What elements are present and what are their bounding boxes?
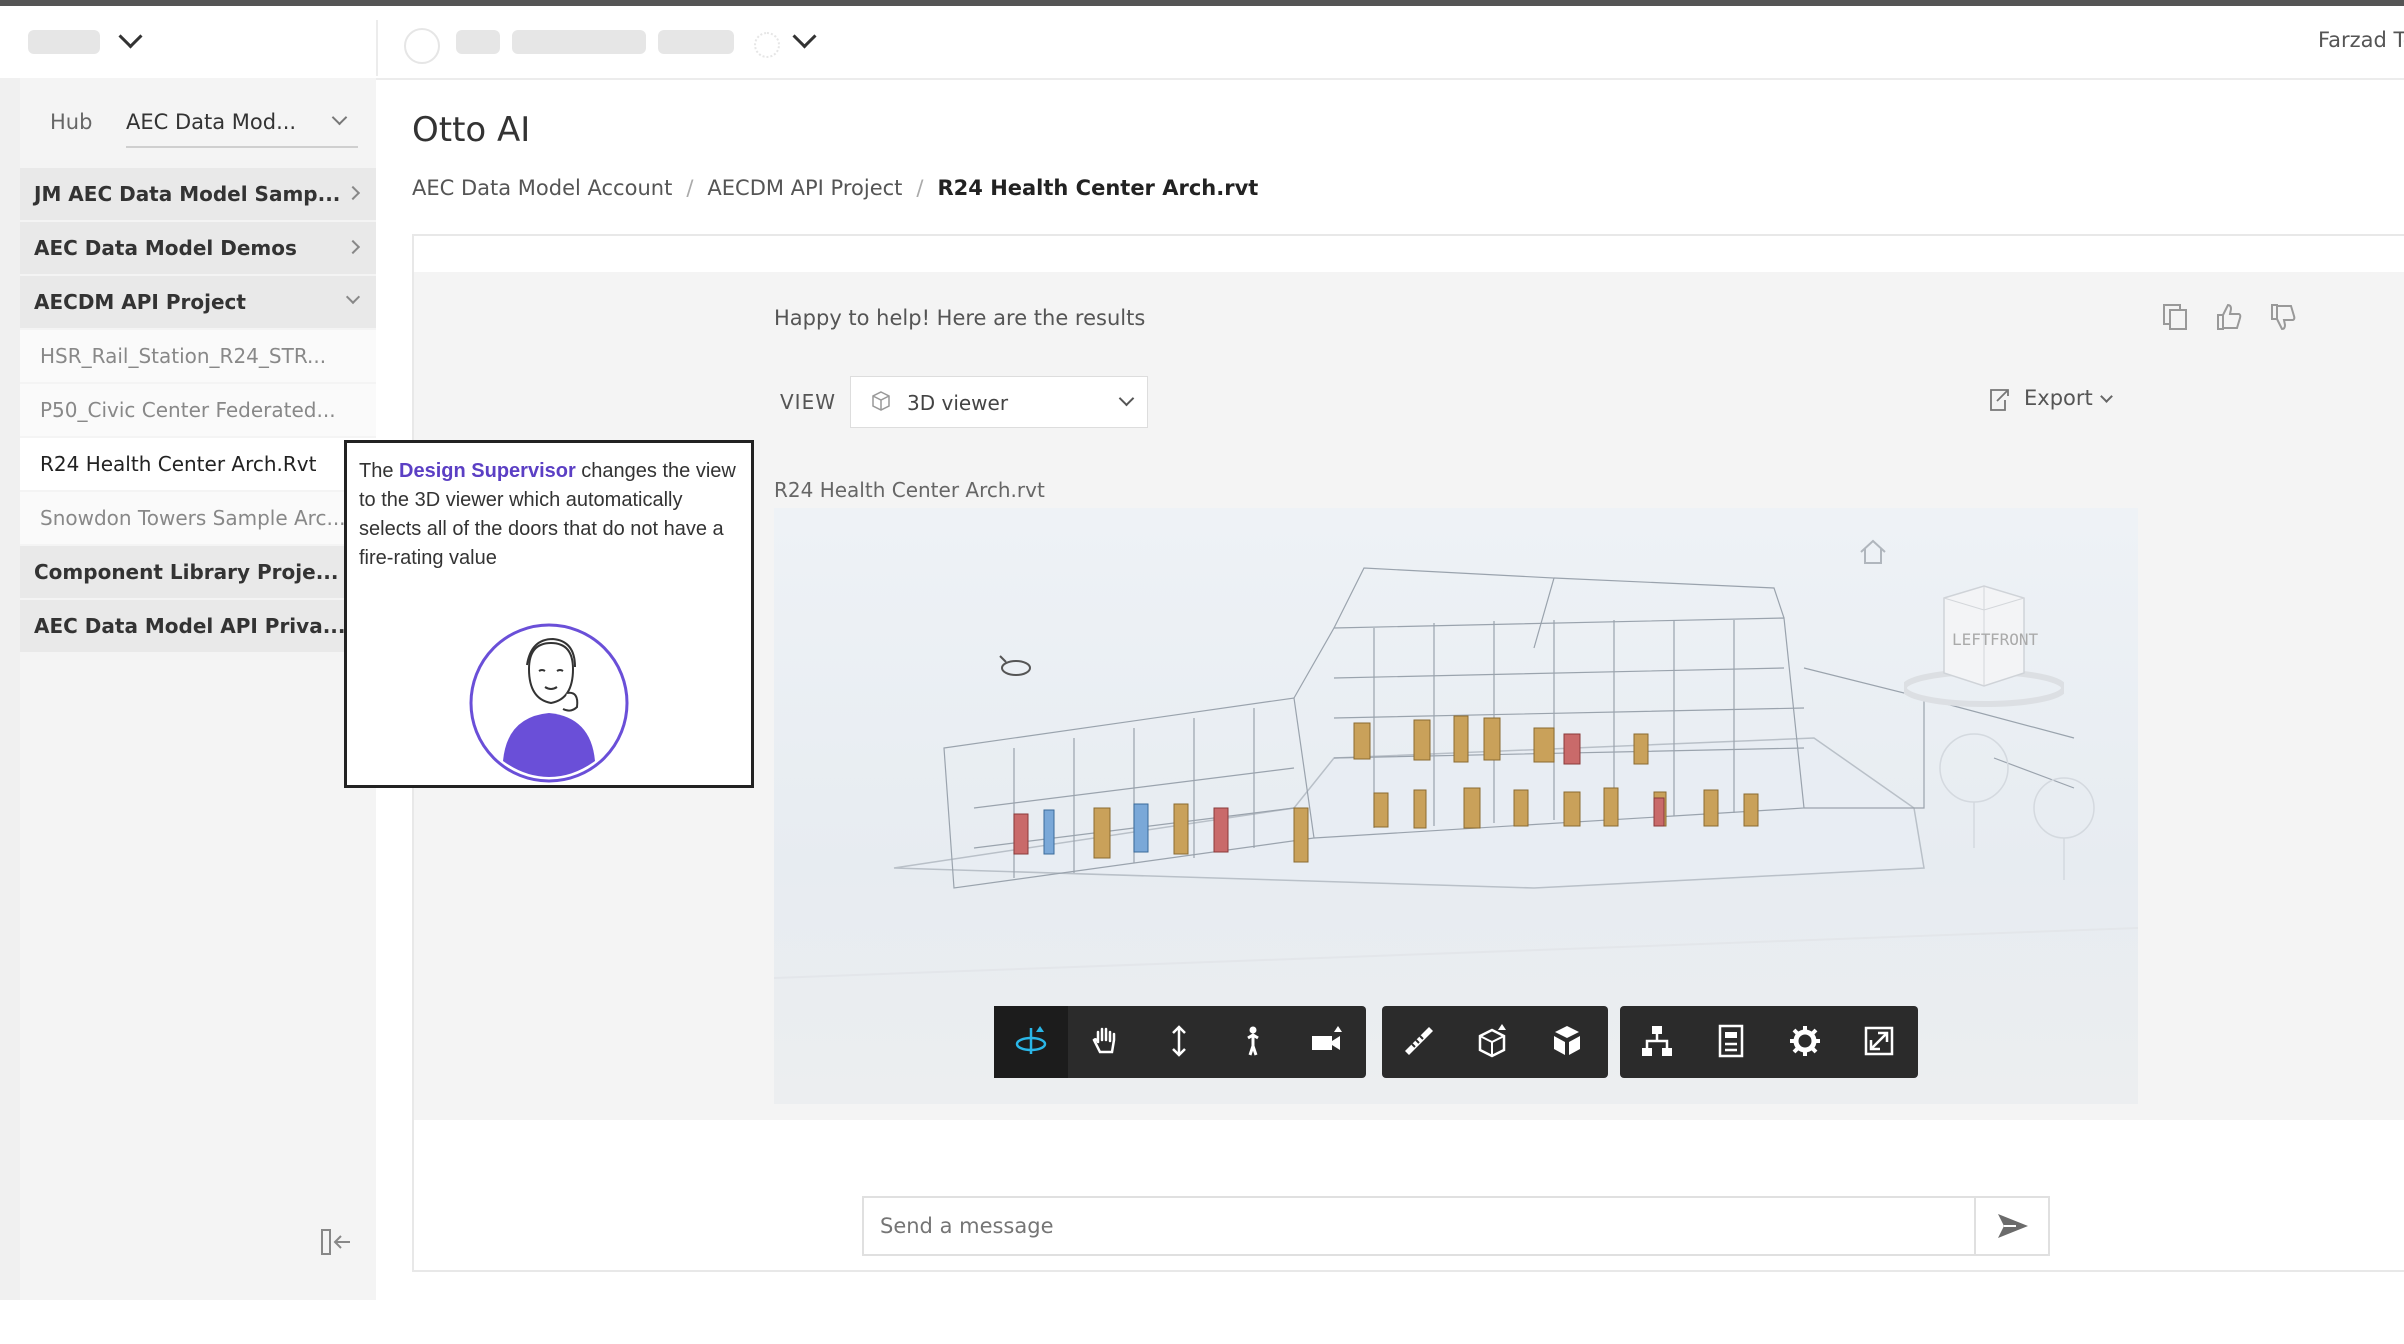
export-icon [1990,389,2009,411]
viewcube-left-label: LEFT [1952,630,1991,649]
settings-toolbar [1620,1006,1918,1078]
zoom-button[interactable] [1142,1006,1216,1078]
orbit-button[interactable] [994,1006,1068,1078]
measure-icon [1405,1027,1433,1055]
modeling-toolbar [1382,1006,1608,1078]
file-item-snowdon-towers[interactable]: Snowdon Towers Sample Arc... [20,492,376,544]
sidebar-item-label: AEC Data Model API Priva... [34,614,346,638]
project-placeholder-1[interactable] [456,30,500,54]
design-supervisor-avatar [469,623,629,783]
hub-select-value: AEC Data Mod... [126,110,297,134]
copy-icon[interactable] [2160,302,2190,332]
chevron-down-icon [345,289,361,305]
page-title: Otto AI [412,110,531,150]
view-select[interactable]: 3D viewer [850,376,1148,428]
orbit-icon [1015,1026,1047,1054]
sidebar-item-label: Component Library Proje... [34,560,339,584]
view-label: VIEW [780,390,836,414]
project-switcher-chevron-icon[interactable] [792,24,817,49]
project-placeholder-2[interactable] [512,30,646,54]
app-switcher-chevron-icon[interactable] [118,24,143,49]
app-name-placeholder[interactable] [28,30,100,54]
navigation-toolbar [994,1006,1366,1078]
chevron-right-icon [345,239,361,255]
pan-button[interactable] [1068,1006,1142,1078]
top-bar-divider [376,20,378,76]
thumbs-up-icon[interactable] [2214,302,2244,332]
camera-icon [1312,1026,1342,1050]
fullscreen-icon [1864,1026,1894,1056]
model-browser-button[interactable] [1620,1006,1694,1078]
fullscreen-button[interactable] [1842,1006,1916,1078]
properties-icon [1718,1024,1744,1058]
viewcube-front-label: FRONT [1990,630,2039,649]
file-item-hsr-rail-station[interactable]: HSR_Rail_Station_R24_STR... [20,330,376,382]
export-label: Export [2024,386,2093,410]
settings-button[interactable] [1768,1006,1842,1078]
section-button[interactable] [1456,1006,1530,1078]
design-supervisor-tooltip: The Design Supervisor changes the view t… [344,440,754,788]
sidebar-item-aecdm-api-project[interactable]: AECDM API Project [20,276,376,328]
sidebar-item-label: AEC Data Model Demos [34,236,297,260]
breadcrumb-project[interactable]: AECDM API Project [707,176,902,200]
chevron-down-icon [331,109,348,126]
pan-icon [1092,1027,1116,1054]
file-item-p50-civic-center[interactable]: P50_Civic Center Federated... [20,384,376,436]
sidebar-item-jm-aec-data-model[interactable]: JM AEC Data Model Samp... [20,168,376,220]
settings-icon [1790,1026,1820,1056]
sidebar-item-aec-data-model-demos[interactable]: AEC Data Model Demos [20,222,376,274]
sidebar: Hub AEC Data Mod... JM AEC Data Model Sa… [20,78,376,1300]
send-icon [1998,1214,2028,1238]
file-item-label: Snowdon Towers Sample Arc... [40,506,346,530]
message-box [862,1196,2050,1256]
model-file-name: R24 Health Center Arch.rvt [774,478,1045,502]
cube-icon [872,391,890,411]
home-icon[interactable] [1858,538,1888,566]
breadcrumb: AEC Data Model Account / AECDM API Project… [412,176,1259,200]
sidebar-item-label: JM AEC Data Model Samp... [34,182,341,206]
section-icon [1478,1024,1506,1058]
walk-icon [1247,1026,1259,1056]
hub-select[interactable]: AEC Data Mod... [126,100,358,148]
breadcrumb-account[interactable]: AEC Data Model Account [412,176,672,200]
walk-button[interactable] [1216,1006,1290,1078]
send-button[interactable] [1974,1198,2048,1254]
zoom-icon [1172,1025,1186,1057]
project-placeholder-3[interactable] [658,30,734,54]
thumbs-down-icon[interactable] [2268,302,2298,332]
file-item-label: HSR_Rail_Station_R24_STR... [40,344,327,368]
tooltip-highlight: Design Supervisor [399,460,576,482]
explode-icon [1554,1026,1580,1055]
collapse-sidebar-icon[interactable] [320,1228,354,1256]
view-select-value: 3D viewer [907,391,1009,415]
file-item-label: R24 Health Center Arch.Rvt [40,452,317,476]
viewcube[interactable]: LEFT FRONT [1904,578,2064,718]
chevron-right-icon [345,185,361,201]
left-rail [0,78,20,1300]
sidebar-item-aec-data-model-api-private[interactable]: AEC Data Model API Priva... [20,600,376,652]
tooltip-text: The Design Supervisor changes the view t… [359,460,736,569]
chevron-down-icon [1118,390,1135,407]
hub-label: Hub [50,110,93,134]
message-input[interactable] [878,1208,1882,1244]
user-name[interactable]: Farzad To [2318,28,2404,52]
top-bar: Farzad To [0,6,2404,80]
project-avatar-placeholder [404,28,440,64]
breadcrumb-current-file: R24 Health Center Arch.rvt [937,176,1259,200]
file-item-r24-health-center[interactable]: R24 Health Center Arch.Rvt [20,438,376,490]
chat-top-strip [412,234,2404,276]
sidebar-item-component-library[interactable]: Component Library Proje... [20,546,376,598]
sidebar-item-label: AECDM API Project [34,290,246,314]
assistant-reply-text: Happy to help! Here are the results [774,306,1146,330]
measure-button[interactable] [1382,1006,1456,1078]
properties-button[interactable] [1694,1006,1768,1078]
pointer-icon [999,655,1031,676]
file-item-label: P50_Civic Center Federated... [40,398,336,422]
loading-icon [754,32,780,58]
camera-button[interactable] [1290,1006,1364,1078]
explode-button[interactable] [1530,1006,1604,1078]
model-browser-icon [1642,1026,1672,1056]
